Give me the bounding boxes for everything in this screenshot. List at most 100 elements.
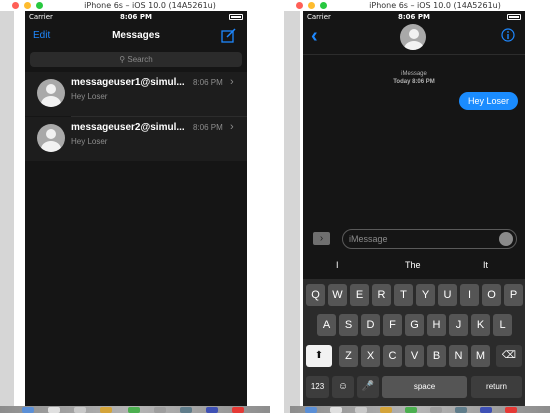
- key[interactable]: O: [482, 284, 501, 306]
- key[interactable]: E: [350, 284, 369, 306]
- chevron-right-icon: ›: [230, 76, 234, 88]
- close-window-button[interactable]: [296, 2, 303, 9]
- key[interactable]: S: [339, 314, 358, 336]
- minimize-window-button[interactable]: [24, 2, 31, 9]
- key[interactable]: Y: [416, 284, 435, 306]
- search-icon: ⚲: [119, 55, 126, 64]
- avatar: [37, 124, 65, 152]
- key[interactable]: T: [394, 284, 413, 306]
- key[interactable]: U: [438, 284, 457, 306]
- space-key[interactable]: space: [382, 376, 467, 398]
- dock-app-icon[interactable]: [232, 407, 244, 413]
- dock-app-icon[interactable]: [206, 407, 218, 413]
- key[interactable]: Q: [306, 284, 325, 306]
- key[interactable]: I: [460, 284, 479, 306]
- thread-header: iMessage Today 8:06 PM: [303, 70, 525, 86]
- suggestion-item[interactable]: I: [336, 260, 339, 270]
- status-time: 8:06 PM: [120, 13, 152, 21]
- key[interactable]: A: [317, 314, 336, 336]
- phone-screen-conversation: Carrier 8:06 PM ‹ iMessage Today 8:06 PM…: [303, 11, 525, 409]
- minimize-window-button[interactable]: [308, 2, 315, 9]
- battery-icon: [507, 14, 521, 20]
- dock-app-icon[interactable]: [100, 407, 112, 413]
- key[interactable]: M: [471, 345, 490, 367]
- chevron-left-icon[interactable]: ‹: [311, 25, 318, 48]
- battery-icon: [229, 14, 243, 20]
- message-input[interactable]: iMessage: [342, 229, 517, 249]
- key[interactable]: V: [405, 345, 424, 367]
- thread-timestamp: Today 8:06 PM: [393, 79, 435, 85]
- key[interactable]: L: [493, 314, 512, 336]
- conversation-preview: Hey Loser: [71, 92, 108, 101]
- phone-screen-messages-list: Carrier 8:06 PM Edit Messages ⚲ Search m…: [25, 11, 247, 409]
- return-key[interactable]: return: [471, 376, 522, 398]
- suggestion-item[interactable]: The: [405, 260, 421, 270]
- conversation-time: 8:06 PM: [193, 78, 223, 87]
- keyboard: Q W E R T Y U I O P A S D F G H J K L ⬆ …: [303, 279, 525, 409]
- key[interactable]: W: [328, 284, 347, 306]
- dock-app-icon[interactable]: [48, 407, 60, 413]
- status-bar: Carrier 8:06 PM: [25, 11, 247, 24]
- zoom-window-button[interactable]: [320, 2, 327, 9]
- status-bar: Carrier 8:06 PM: [303, 11, 525, 24]
- dock-app-icon[interactable]: [455, 407, 467, 413]
- window-title: iPhone 6s – iOS 10.0 (14A5261u): [369, 1, 501, 10]
- key[interactable]: N: [449, 345, 468, 367]
- dock-app-icon[interactable]: [355, 407, 367, 413]
- info-icon[interactable]: [501, 28, 515, 42]
- window-title: iPhone 6s – iOS 10.0 (14A5261u): [84, 1, 216, 10]
- search-field[interactable]: ⚲ Search: [30, 52, 242, 67]
- message-placeholder: iMessage: [349, 234, 388, 244]
- message-bubble[interactable]: Hey Loser: [458, 92, 518, 110]
- numbers-key[interactable]: 123: [306, 376, 329, 398]
- key[interactable]: J: [449, 314, 468, 336]
- dictation-icon[interactable]: [499, 232, 513, 246]
- key[interactable]: F: [383, 314, 402, 336]
- avatar: [37, 79, 65, 107]
- contact-avatar[interactable]: [400, 24, 426, 50]
- key[interactable]: R: [372, 284, 391, 306]
- dock-app-icon[interactable]: [405, 407, 417, 413]
- dock-app-icon[interactable]: [74, 407, 86, 413]
- shift-icon[interactable]: ⬆: [306, 345, 332, 367]
- close-window-button[interactable]: [12, 2, 19, 9]
- background-app-strip: [284, 11, 300, 413]
- chevron-right-icon: ›: [230, 121, 234, 133]
- conversation-preview: Hey Loser: [71, 137, 108, 146]
- search-placeholder: Search: [127, 55, 153, 64]
- dock-app-icon[interactable]: [128, 407, 140, 413]
- key[interactable]: X: [361, 345, 380, 367]
- conversation-row[interactable]: messageuser1@simul... 8:06 PM › Hey Lose…: [25, 72, 247, 116]
- dock-app-icon[interactable]: [22, 407, 34, 413]
- dock-app-icon[interactable]: [380, 407, 392, 413]
- status-time: 8:06 PM: [398, 13, 430, 21]
- conversation-row[interactable]: messageuser2@simul... 8:06 PM › Hey Lose…: [25, 117, 247, 161]
- dock-app-icon[interactable]: [430, 407, 442, 413]
- delete-icon[interactable]: ⌫: [496, 345, 522, 367]
- key[interactable]: B: [427, 345, 446, 367]
- dock-app-icon[interactable]: [180, 407, 192, 413]
- dock-app-icon[interactable]: [330, 407, 342, 413]
- emoji-icon[interactable]: ☺: [332, 376, 354, 398]
- dock-app-icon[interactable]: [305, 407, 317, 413]
- conversation-time: 8:06 PM: [193, 123, 223, 132]
- key[interactable]: Z: [339, 345, 358, 367]
- service-label: iMessage: [401, 71, 427, 77]
- dock-app-icon[interactable]: [505, 407, 517, 413]
- suggestion-item[interactable]: It: [483, 260, 488, 270]
- key[interactable]: K: [471, 314, 490, 336]
- dock-app-icon[interactable]: [480, 407, 492, 413]
- key[interactable]: G: [405, 314, 424, 336]
- microphone-icon[interactable]: 🎤: [357, 376, 379, 398]
- key[interactable]: P: [504, 284, 523, 306]
- compose-icon[interactable]: [221, 28, 237, 43]
- chevron-right-icon[interactable]: ›: [313, 232, 330, 245]
- nav-divider: [303, 54, 525, 55]
- key[interactable]: H: [427, 314, 446, 336]
- key[interactable]: D: [361, 314, 380, 336]
- dock-app-icon[interactable]: [154, 407, 166, 413]
- zoom-window-button[interactable]: [36, 2, 43, 9]
- key[interactable]: C: [383, 345, 402, 367]
- page-title: Messages: [112, 30, 160, 41]
- conversation-name: messageuser1@simul...: [71, 77, 185, 88]
